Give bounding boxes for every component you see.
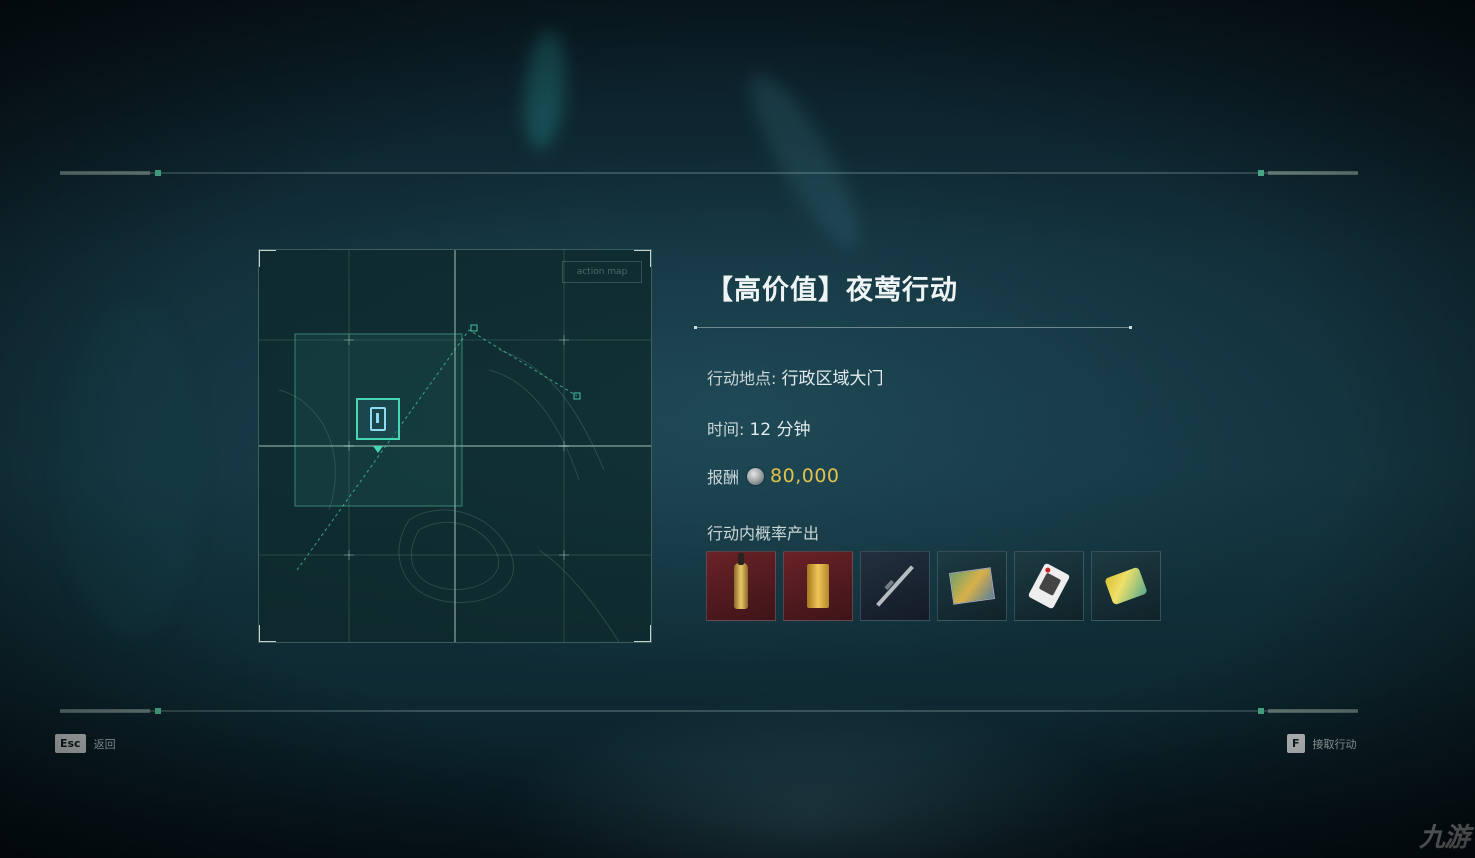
drop-item[interactable] [1091, 551, 1161, 621]
map-grid [259, 250, 651, 642]
mission-title: 【高价值】夜莺行动 [706, 275, 958, 306]
snack-bag-icon [1104, 566, 1148, 606]
drop-item[interactable] [937, 551, 1007, 621]
mission-location-marker[interactable] [356, 398, 400, 453]
background-glow [60, 300, 200, 640]
location-label: 行动地点: [707, 369, 782, 388]
champagne-bottle-icon [734, 553, 748, 609]
drop-items-list [706, 551, 1161, 621]
playing-card-icon [1027, 562, 1071, 610]
time-value: 12 分钟 [749, 420, 811, 440]
marker-pointer-icon [373, 446, 383, 453]
reward-label: 报酬 [707, 468, 740, 487]
time-label: 时间: [707, 420, 750, 439]
drop-item[interactable] [1014, 551, 1084, 621]
mission-map[interactable]: action map [258, 249, 652, 643]
mission-reward: 报酬 80,000 [707, 464, 840, 488]
location-value: 行政区域大门 [781, 369, 884, 389]
drops-heading: 行动内概率产出 [707, 524, 820, 543]
accept-mission-button[interactable]: F 接取行动 [1287, 734, 1357, 753]
site-watermark: 九游 [1418, 823, 1470, 853]
back-button[interactable]: Esc 返回 [55, 734, 116, 753]
drop-item[interactable] [860, 551, 930, 621]
background-glow [519, 28, 571, 152]
gold-bar-icon [807, 564, 829, 608]
esc-key-cap: Esc [55, 734, 86, 753]
drop-item[interactable] [706, 551, 776, 621]
title-divider [694, 326, 1132, 329]
rifle-icon [876, 565, 914, 607]
mission-time: 时间: 12 分钟 [707, 415, 811, 440]
painting-icon [948, 567, 996, 605]
accept-label: 接取行动 [1312, 737, 1357, 751]
mission-location: 行动地点: 行政区域大门 [707, 364, 883, 389]
drop-item[interactable] [783, 551, 853, 621]
background-glow [733, 60, 877, 260]
back-label: 返回 [93, 737, 116, 751]
extraction-icon [370, 407, 386, 431]
map-corner-label: action map [562, 261, 642, 283]
reward-amount: 80,000 [770, 465, 840, 487]
f-key-cap: F [1287, 734, 1305, 753]
top-frame-line [60, 170, 1358, 176]
bottom-frame-line [60, 708, 1358, 714]
coin-icon [747, 467, 765, 485]
